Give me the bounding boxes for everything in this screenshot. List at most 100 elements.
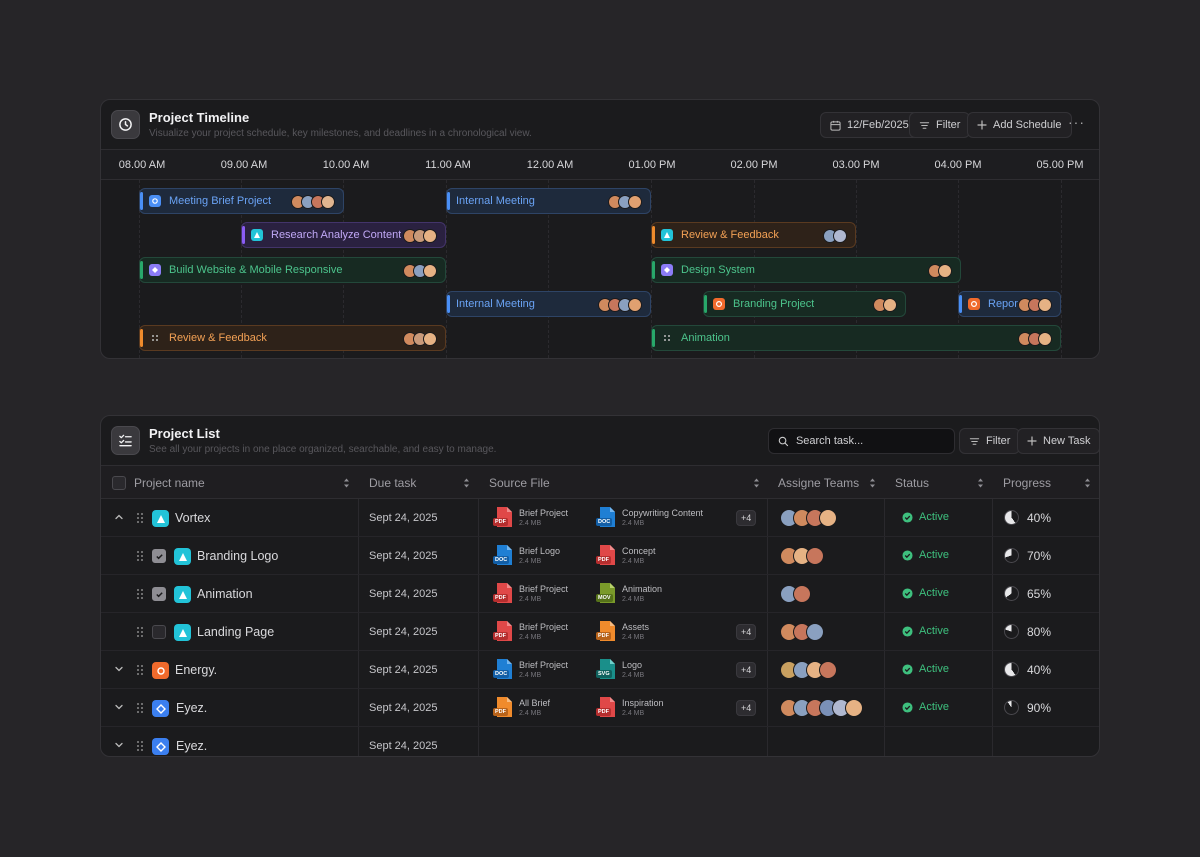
sort-icon[interactable] bbox=[869, 477, 876, 489]
status-badge: Active bbox=[902, 663, 949, 675]
event-label: Meeting Brief Project bbox=[169, 195, 272, 207]
timeline-header: Project Timeline Visualize your project … bbox=[101, 100, 1099, 150]
grid-icon bbox=[661, 332, 673, 344]
avatar bbox=[423, 264, 437, 278]
source-file[interactable]: PDF Brief Project 2.4 MB bbox=[493, 621, 568, 642]
source-file[interactable]: DOC Brief Logo 2.4 MB bbox=[493, 545, 560, 566]
search-box[interactable] bbox=[768, 428, 955, 454]
source-file[interactable]: PDF Brief Project 2.4 MB bbox=[493, 583, 568, 604]
drag-handle-icon[interactable] bbox=[136, 626, 144, 638]
event-review-feedback[interactable]: Review & Feedback bbox=[651, 222, 856, 248]
search-input[interactable] bbox=[795, 435, 945, 447]
event-research-analyze-content[interactable]: Research Analyze Content bbox=[241, 222, 446, 248]
event-report[interactable]: Repor... bbox=[958, 291, 1061, 317]
avatar bbox=[806, 623, 824, 641]
table-row[interactable]: Branding Logo Sept 24, 2025 DOC Brief Lo… bbox=[101, 537, 1099, 575]
chevron-down-icon[interactable] bbox=[114, 740, 124, 750]
table-row[interactable]: Animation Sept 24, 2025 PDF Brief Projec… bbox=[101, 575, 1099, 613]
event-design-system[interactable]: Design System bbox=[651, 257, 961, 283]
row-checkbox[interactable] bbox=[152, 625, 166, 639]
table-row[interactable]: Energy. Sept 24, 2025 DOC Brief Project 2… bbox=[101, 651, 1099, 689]
timeline-filter-button[interactable]: Filter bbox=[909, 112, 971, 138]
list-filter-button[interactable]: Filter bbox=[959, 428, 1021, 454]
team-avatars[interactable] bbox=[780, 623, 824, 641]
more-options-button[interactable]: ··· bbox=[1068, 114, 1085, 130]
event-review-feedback-2[interactable]: Review & Feedback bbox=[139, 325, 446, 351]
drag-handle-icon[interactable] bbox=[136, 550, 144, 562]
more-files-badge[interactable]: +4 bbox=[736, 700, 757, 716]
drag-handle-icon[interactable] bbox=[136, 740, 144, 752]
table-row[interactable]: Vortex Sept 24, 2025 PDF Brief Project 2.… bbox=[101, 499, 1099, 537]
mov-file-icon: MOV bbox=[596, 583, 616, 604]
source-file[interactable]: PDF All Brief 2.4 MB bbox=[493, 697, 550, 718]
source-file[interactable]: PDF Concept 2.4 MB bbox=[596, 545, 656, 566]
source-file[interactable]: DOC Copywriting Content 2.4 MB bbox=[596, 507, 703, 528]
sort-icon[interactable] bbox=[343, 477, 350, 489]
avatar bbox=[938, 264, 952, 278]
chevron-down-icon[interactable] bbox=[114, 664, 124, 674]
team-avatars[interactable] bbox=[780, 547, 824, 565]
progress-pie bbox=[1004, 662, 1019, 677]
drag-handle-icon[interactable] bbox=[136, 702, 144, 714]
drag-handle-icon[interactable] bbox=[136, 512, 144, 524]
check-circle-icon bbox=[902, 511, 913, 523]
row-checkbox[interactable] bbox=[152, 587, 166, 601]
avatar bbox=[806, 547, 824, 565]
col-progress[interactable]: Progress bbox=[1003, 476, 1051, 490]
source-file[interactable]: MOV Animation 2.4 MB bbox=[596, 583, 662, 604]
drag-handle-icon[interactable] bbox=[136, 588, 144, 600]
select-all-checkbox[interactable] bbox=[112, 476, 126, 490]
sort-icon[interactable] bbox=[1084, 477, 1091, 489]
event-animation[interactable]: Animation bbox=[651, 325, 1061, 351]
table-row[interactable]: Landing Page Sept 24, 2025 PDF Brief Pro… bbox=[101, 613, 1099, 651]
pdf-file-icon: PDF bbox=[493, 583, 513, 604]
team-avatars[interactable] bbox=[780, 585, 811, 603]
add-schedule-button[interactable]: Add Schedule bbox=[967, 112, 1072, 138]
due-date: Sept 24, 2025 bbox=[369, 664, 438, 676]
avatar bbox=[845, 699, 863, 717]
source-file[interactable]: PDF Assets 2.4 MB bbox=[596, 621, 649, 642]
col-source-file[interactable]: Source File bbox=[489, 476, 550, 490]
source-file[interactable]: SVG Logo 2.4 MB bbox=[596, 659, 644, 680]
list-title: Project List bbox=[149, 426, 220, 441]
pdf-file-icon: PDF bbox=[596, 697, 616, 718]
table-row[interactable]: Eyez. Sept 24, 2025 bbox=[101, 727, 1099, 756]
event-internal-meeting-2[interactable]: Internal Meeting bbox=[446, 291, 651, 317]
col-due-task[interactable]: Due task bbox=[369, 476, 416, 490]
source-file[interactable]: PDF Brief Project 2.4 MB bbox=[493, 507, 568, 528]
row-checkbox[interactable] bbox=[152, 549, 166, 563]
source-file[interactable]: PDF Inspiration 2.4 MB bbox=[596, 697, 664, 718]
review-icon bbox=[661, 229, 673, 241]
sort-icon[interactable] bbox=[977, 477, 984, 489]
more-files-badge[interactable]: +4 bbox=[736, 510, 757, 526]
event-internal-meeting[interactable]: Internal Meeting bbox=[446, 188, 651, 214]
source-file[interactable]: DOC Brief Project 2.4 MB bbox=[493, 659, 568, 680]
avatar-group bbox=[1018, 332, 1052, 346]
progress-pie bbox=[1004, 586, 1019, 601]
hour-label: 02.00 PM bbox=[730, 159, 778, 171]
hour-scale: 08.00 AM 09.00 AM 10.00 AM 11.00 AM 12.0… bbox=[101, 149, 1099, 180]
col-assigne-teams[interactable]: Assigne Teams bbox=[778, 476, 859, 490]
date-picker-button[interactable]: 12/Feb/2025 bbox=[820, 112, 919, 138]
project-name: Animation bbox=[197, 587, 253, 601]
drag-handle-icon[interactable] bbox=[136, 664, 144, 676]
pdf-file-icon: PDF bbox=[493, 621, 513, 642]
event-build-website[interactable]: Build Website & Mobile Responsive bbox=[139, 257, 446, 283]
sort-icon[interactable] bbox=[463, 477, 470, 489]
event-meeting-brief-project[interactable]: Meeting Brief Project bbox=[139, 188, 344, 214]
more-files-badge[interactable]: +4 bbox=[736, 662, 757, 678]
new-task-button[interactable]: New Task bbox=[1017, 428, 1099, 454]
event-branding-project[interactable]: Branding Project bbox=[703, 291, 906, 317]
team-avatars[interactable] bbox=[780, 661, 837, 679]
more-files-badge[interactable]: +4 bbox=[736, 624, 757, 640]
chevron-down-icon[interactable] bbox=[114, 702, 124, 712]
avatar-group bbox=[403, 264, 437, 278]
table-row[interactable]: Eyez. Sept 24, 2025 PDF All Brief 2.4 MB … bbox=[101, 689, 1099, 727]
team-avatars[interactable] bbox=[780, 699, 863, 717]
team-avatars[interactable] bbox=[780, 509, 837, 527]
chevron-up-icon[interactable] bbox=[114, 512, 124, 522]
col-project-name[interactable]: Project name bbox=[134, 476, 205, 490]
clock-icon bbox=[111, 110, 140, 139]
sort-icon[interactable] bbox=[753, 477, 760, 489]
col-status[interactable]: Status bbox=[895, 476, 929, 490]
